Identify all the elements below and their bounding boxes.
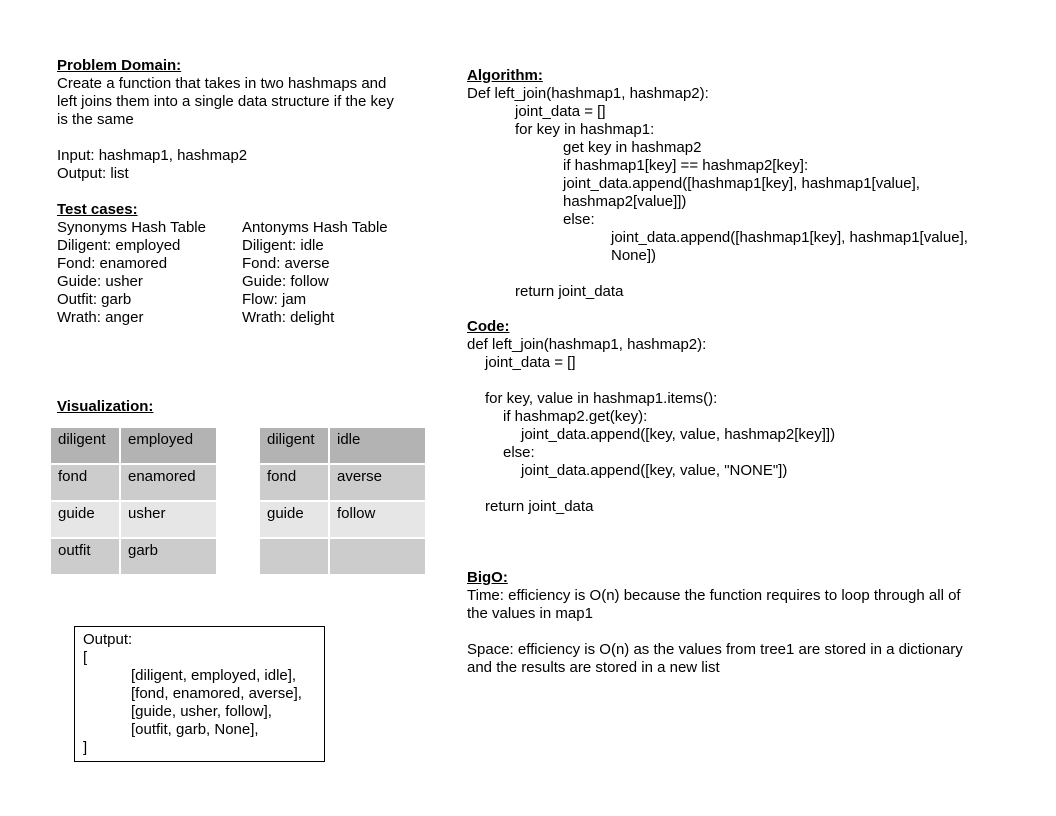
visualization-value-cell: garb [119, 537, 218, 576]
test-cases-heading: Test cases: [57, 201, 138, 218]
bigo-space-line: and the results are stored in a new list [467, 659, 720, 676]
output-row: [guide, usher, follow], [131, 703, 272, 720]
bigo-space-line: Space: efficiency is O(n) as the values … [467, 641, 963, 658]
visualization-table-synonyms: diligent employed fond enamored guide usher ou… [49, 426, 218, 576]
antonym-entry: Wrath: delight [242, 309, 335, 326]
output-label: Output: [83, 631, 133, 648]
algorithm-line: Def left_join(hashmap1, hashmap2): [467, 85, 709, 102]
visualization-value-cell: follow [328, 500, 427, 539]
antonym-entry: Fond: averse [242, 255, 330, 272]
visualization-row [258, 537, 427, 576]
bigo-section: BigO: Time: efficiency is O(n) because t… [467, 569, 963, 677]
synonym-entry: Diligent: employed [57, 237, 181, 254]
algorithm-section: Algorithm: Def left_join(hashmap1, hashm… [467, 67, 968, 301]
bigo-time-line: the values in map1 [467, 605, 593, 622]
code-line: return joint_data [485, 498, 594, 515]
code-line: for key, value in hashmap1.items(): [485, 390, 718, 407]
algorithm-line: return joint_data [515, 283, 624, 300]
bigo-time-line: Time: efficiency is O(n) because the fun… [467, 587, 961, 604]
visualization-key-cell: guide [258, 500, 330, 539]
problem-domain-heading: Problem Domain: [57, 57, 182, 74]
problem-domain-section: Problem Domain: Create a function that t… [57, 57, 394, 183]
visualization-value-cell: enamored [119, 463, 218, 502]
visualization-key-cell: guide [49, 500, 121, 539]
algorithm-line: else: [563, 211, 595, 228]
synonyms-list: Synonyms Hash Table Diligent: employed F… [57, 219, 206, 327]
synonyms-title: Synonyms Hash Table [57, 219, 206, 236]
code-lines: def left_join(hashmap1, hashmap2): joint_… [467, 336, 835, 516]
synonym-entry: Wrath: anger [57, 309, 144, 326]
visualization-row: outfit garb [49, 537, 218, 576]
visualization-table-antonyms: diligent idle fond averse guide follow [258, 426, 427, 576]
visualization-key-cell: fond [258, 463, 330, 502]
algorithm-line: joint_data.append([hashmap1[key], hashma… [611, 229, 968, 246]
visualization-value-cell [328, 537, 427, 576]
visualization-heading: Visualization: [57, 398, 154, 415]
output-close-bracket: ] [83, 739, 88, 756]
visualization-key-cell: fond [49, 463, 121, 502]
visualization-row: fond enamored [49, 463, 218, 502]
output-open-bracket: [ [83, 649, 88, 666]
code-line: joint_data.append([key, value, hashmap2[… [521, 426, 836, 443]
problem-description-line: Create a function that takes in two hash… [57, 75, 387, 92]
visualization-value-cell: usher [119, 500, 218, 539]
problem-description-line: left joins them into a single data struc… [57, 93, 394, 110]
visualization-key-cell: outfit [49, 537, 121, 576]
synonym-entry: Outfit: garb [57, 291, 132, 308]
output-box: Output: [ [diligent, employed, idle], [f… [74, 626, 325, 762]
algorithm-heading: Algorithm: [467, 67, 543, 84]
code-heading: Code: [467, 318, 510, 335]
visualization-value-cell: averse [328, 463, 427, 502]
algorithm-lines: Def left_join(hashmap1, hashmap2): joint_… [467, 85, 968, 301]
visualization-row: fond averse [258, 463, 427, 502]
visualization-value-cell: employed [119, 426, 218, 465]
visualization-value-cell: idle [328, 426, 427, 465]
algorithm-line: joint_data = [] [515, 103, 606, 120]
code-line: def left_join(hashmap1, hashmap2): [467, 336, 707, 353]
output-row: [outfit, garb, None], [131, 721, 259, 738]
visualization-row: diligent employed [49, 426, 218, 465]
problem-description-line: is the same [57, 111, 134, 128]
visualization-row: diligent idle [258, 426, 427, 465]
code-line: joint_data.append([key, value, "NONE"]) [521, 462, 788, 479]
algorithm-line: hashmap2[value]]) [563, 193, 687, 210]
visualization-key-cell: diligent [258, 426, 330, 465]
algorithm-line: if hashmap1[key] == hashmap2[key]: [563, 157, 809, 174]
synonym-entry: Fond: enamored [57, 255, 168, 272]
bigo-heading: BigO: [467, 569, 508, 586]
algorithm-line: None]) [611, 247, 657, 264]
synonym-entry: Guide: usher [57, 273, 143, 290]
antonyms-list: Antonyms Hash Table Diligent: idle Fond:… [242, 219, 388, 327]
code-line: joint_data = [] [485, 354, 576, 371]
algorithm-line: joint_data.append([hashmap1[key], hashma… [563, 175, 920, 192]
visualization-row: guide usher [49, 500, 218, 539]
algorithm-line: get key in hashmap2 [563, 139, 702, 156]
antonyms-title: Antonyms Hash Table [242, 219, 388, 236]
antonym-entry: Flow: jam [242, 291, 307, 308]
output-row: [fond, enamored, averse], [131, 685, 302, 702]
visualization-key-cell [258, 537, 330, 576]
code-line: if hashmap2.get(key): [503, 408, 648, 425]
code-line: else: [503, 444, 535, 461]
problem-input: Input: hashmap1, hashmap2 [57, 147, 248, 164]
visualization-key-cell: diligent [49, 426, 121, 465]
algorithm-line [467, 265, 968, 283]
output-row: [diligent, employed, idle], [131, 667, 297, 684]
problem-output: Output: list [57, 165, 129, 182]
antonym-entry: Guide: follow [242, 273, 329, 290]
antonym-entry: Diligent: idle [242, 237, 324, 254]
code-section: Code: def left_join(hashmap1, hashmap2):… [467, 318, 835, 516]
visualization-row: guide follow [258, 500, 427, 539]
algorithm-line: for key in hashmap1: [515, 121, 655, 138]
